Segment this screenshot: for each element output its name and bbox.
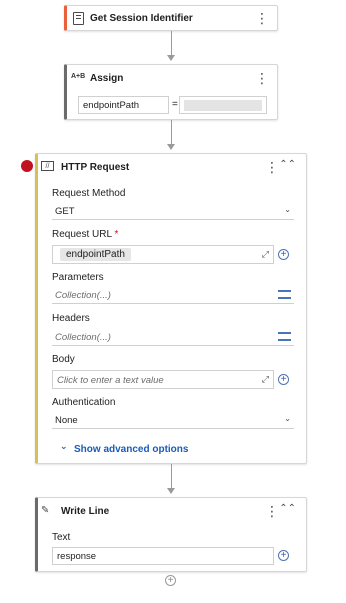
flow-arrow-icon	[167, 55, 175, 61]
text-field[interactable]: response	[52, 547, 274, 565]
authentication-value: None	[55, 415, 78, 426]
chevron-down-icon: ⌄	[284, 205, 291, 214]
assign-left-value: endpointPath	[83, 100, 139, 111]
expand-icon[interactable]: ⤢	[262, 249, 269, 260]
http-request-activity[interactable]: // HTTP Request ⋮ ⌃⌃ Request Method GET …	[35, 153, 307, 464]
write-line-icon: ✎	[41, 505, 50, 516]
assign-left-field[interactable]: endpointPath	[78, 96, 169, 114]
chevron-down-icon: ⌄	[284, 414, 291, 423]
parameters-placeholder: Collection(...)	[55, 290, 111, 301]
request-url-chip: endpointPath	[60, 248, 131, 261]
flow-connector	[171, 464, 172, 488]
request-method-select[interactable]: GET ⌄	[52, 203, 294, 220]
collection-editor-icon[interactable]	[278, 332, 291, 341]
more-options-icon[interactable]: ⋮	[265, 504, 279, 518]
body-placeholder: Click to enter a text value	[57, 375, 164, 386]
assign-icon: A+B	[71, 73, 86, 80]
get-session-identifier-activity[interactable]: Get Session Identifier ⋮	[64, 5, 278, 31]
assign-activity[interactable]: A+B Assign ⋮ endpointPath =	[64, 64, 278, 120]
parameters-field[interactable]: Collection(...)	[52, 287, 294, 304]
activity-title: HTTP Request	[61, 162, 130, 173]
request-method-label: Request Method	[52, 188, 126, 199]
authentication-select[interactable]: None ⌄	[52, 412, 294, 429]
show-advanced-options-link[interactable]: Show advanced options	[74, 444, 188, 455]
expand-icon[interactable]: ⤢	[262, 374, 269, 385]
breakpoint-indicator[interactable]	[21, 160, 33, 172]
activity-title: Get Session Identifier	[90, 13, 193, 24]
headers-label: Headers	[52, 313, 90, 324]
flow-connector	[171, 31, 172, 55]
body-field[interactable]: Click to enter a text value ⤢	[52, 370, 274, 389]
body-label: Body	[52, 354, 75, 365]
authentication-label: Authentication	[52, 397, 116, 408]
headers-placeholder: Collection(...)	[55, 332, 111, 343]
add-plus-icon[interactable]: +	[278, 374, 289, 385]
assign-right-field[interactable]	[179, 96, 267, 114]
request-url-label: Request URL *	[52, 229, 119, 240]
more-options-icon[interactable]: ⋮	[265, 160, 279, 174]
headers-field[interactable]: Collection(...)	[52, 329, 294, 346]
add-plus-icon[interactable]: +	[278, 249, 289, 260]
session-activity-icon	[73, 12, 84, 25]
add-plus-icon[interactable]: +	[278, 550, 289, 561]
chevron-down-icon[interactable]: ⌄	[60, 441, 68, 452]
flow-arrow-icon	[167, 488, 175, 494]
http-request-icon: //	[41, 161, 54, 171]
flow-arrow-icon	[167, 144, 175, 150]
more-options-icon[interactable]: ⋮	[255, 71, 269, 85]
collapse-chevron-icon[interactable]: ⌃⌃	[279, 159, 296, 170]
parameters-label: Parameters	[52, 272, 104, 283]
flow-connector	[171, 120, 172, 144]
activity-title: Write Line	[61, 506, 110, 517]
collection-editor-icon[interactable]	[278, 290, 291, 299]
text-value: response	[57, 551, 97, 562]
collapse-chevron-icon[interactable]: ⌃⌃	[279, 503, 296, 514]
request-url-field[interactable]: endpointPath ⤢	[52, 245, 274, 264]
more-options-icon[interactable]: ⋮	[255, 11, 269, 25]
request-method-value: GET	[55, 206, 75, 217]
activity-title: Assign	[90, 73, 124, 84]
assign-operator: =	[172, 99, 178, 110]
write-line-activity[interactable]: ✎ Write Line ⋮ ⌃⌃ Text response +	[35, 497, 307, 572]
add-activity-icon[interactable]: +	[165, 575, 176, 586]
required-asterisk: *	[114, 229, 119, 240]
text-label: Text	[52, 532, 71, 543]
